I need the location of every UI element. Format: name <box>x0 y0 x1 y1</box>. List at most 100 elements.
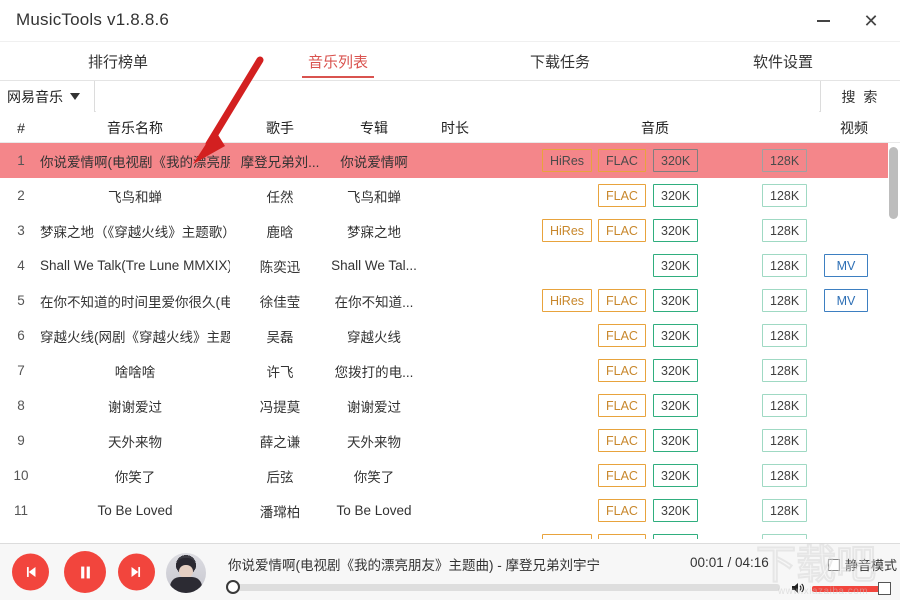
header-name: 音乐名称 <box>40 112 230 143</box>
row-album: 飞鸟和蝉 <box>330 186 418 206</box>
table-row[interactable]: 7啥啥啥许飞您拨打的电...FLAC320K128K <box>0 353 888 388</box>
badge-flac[interactable]: FLAC <box>598 324 646 347</box>
music-source-label: 网易音乐 <box>7 87 63 107</box>
badge-320k[interactable]: 320K <box>653 429 698 452</box>
tab-music-list[interactable]: 音乐列表 <box>278 42 398 80</box>
table-row[interactable]: 11To Be Loved潘瑺柏To Be LovedFLAC320K128K <box>0 493 888 528</box>
badge-hires[interactable]: HiRes <box>542 219 592 242</box>
music-source-dropdown[interactable]: 网易音乐 <box>0 81 95 112</box>
previous-track-button[interactable] <box>12 554 49 591</box>
playback-time: 00:01 / 04:16 <box>690 555 769 570</box>
tab-settings[interactable]: 软件设置 <box>723 42 843 80</box>
table-row[interactable]: 3梦寐之地（《穿越火线》主题歌）鹿晗梦寐之地HiResFLAC320K128K <box>0 213 888 248</box>
badge-mv[interactable]: MV <box>824 254 868 277</box>
row-artist: 薛之谦 <box>232 431 328 451</box>
badge-128k[interactable]: 128K <box>762 254 807 277</box>
badge-128k[interactable]: 128K <box>762 184 807 207</box>
badge-flac[interactable]: FLAC <box>598 394 646 417</box>
badge-flac[interactable]: FLAC <box>598 149 646 172</box>
row-artist: 后弦 <box>232 466 328 486</box>
badge-320k[interactable]: 320K <box>653 394 698 417</box>
header-artist: 歌手 <box>232 112 328 143</box>
row-index: 1 <box>4 153 38 168</box>
badge-hires[interactable]: HiRes <box>542 534 592 539</box>
title-bar: MusicTools v1.8.8.6 ✕ <box>0 0 900 42</box>
row-artist: 鹿晗 <box>232 221 328 241</box>
skip-previous-icon <box>22 564 39 581</box>
playback-progress-slider[interactable] <box>232 584 780 591</box>
badge-hires[interactable]: HiRes <box>542 149 592 172</box>
badge-320k[interactable]: 320K <box>653 499 698 522</box>
row-song-name: 穿越火线(网剧《穿越火线》主题曲) <box>40 326 230 346</box>
badge-flac[interactable]: FLAC <box>598 464 646 487</box>
badge-flac[interactable]: FLAC <box>598 429 646 452</box>
volume-icon[interactable] <box>789 580 807 596</box>
badge-flac[interactable]: FLAC <box>598 184 646 207</box>
badge-flac[interactable]: FLAC <box>598 219 646 242</box>
row-artist: 任然 <box>232 186 328 206</box>
row-index: 8 <box>4 398 38 413</box>
vertical-scrollbar[interactable] <box>889 143 898 539</box>
mute-checkbox[interactable] <box>828 559 840 571</box>
badge-128k[interactable]: 128K <box>762 359 807 382</box>
mute-mode-toggle[interactable]: 静音模式 <box>828 555 897 574</box>
table-row[interactable]: 1你说爱情啊(电视剧《我的漂亮朋...摩登兄弟刘...你说爱情啊HiResFLA… <box>0 143 888 178</box>
row-index: 7 <box>4 363 38 378</box>
progress-knob[interactable] <box>226 580 240 594</box>
badge-hires[interactable]: HiRes <box>542 289 592 312</box>
badge-320k[interactable]: 320K <box>653 464 698 487</box>
volume-slider[interactable] <box>812 586 884 592</box>
row-artist: 潘瑺柏 <box>232 501 328 521</box>
table-row[interactable]: 4Shall We Talk(Tre Lune MMXIX)陈奕迅Shall W… <box>0 248 888 283</box>
badge-128k[interactable]: 128K <box>762 394 807 417</box>
tab-bar: 排行榜单 音乐列表 下载任务 软件设置 <box>0 42 900 80</box>
search-button[interactable]: 搜 索 <box>820 81 900 112</box>
badge-320k[interactable]: 320K <box>653 149 698 172</box>
scrollbar-thumb[interactable] <box>889 147 898 219</box>
now-playing-title: 你说爱情啊(电视剧《我的漂亮朋友》主题曲) - 摩登兄弟刘宇宁 <box>228 554 618 574</box>
row-song-name: 在你不知道的时间里爱你很久(电... <box>40 291 230 311</box>
badge-320k[interactable]: 320K <box>653 184 698 207</box>
badge-128k[interactable]: 128K <box>762 499 807 522</box>
badge-128k[interactable]: 128K <box>762 464 807 487</box>
search-input[interactable] <box>96 81 819 112</box>
badge-128k[interactable]: 128K <box>762 534 807 539</box>
row-album: To Be Loved <box>330 503 418 518</box>
badge-128k[interactable]: 128K <box>762 219 807 242</box>
badge-128k[interactable]: 128K <box>762 149 807 172</box>
badge-flac[interactable]: FLAC <box>598 499 646 522</box>
badge-flac[interactable]: FLAC <box>598 534 646 539</box>
table-row[interactable]: 9天外来物薛之谦天外来物FLAC320K128K <box>0 423 888 458</box>
volume-knob[interactable] <box>878 582 891 595</box>
badge-320k[interactable]: 320K <box>653 219 698 242</box>
row-index: 3 <box>4 223 38 238</box>
play-pause-button[interactable] <box>64 551 106 593</box>
badge-320k[interactable]: 320K <box>653 534 698 539</box>
tab-rankings[interactable]: 排行榜单 <box>58 42 178 80</box>
badge-128k[interactable]: 128K <box>762 289 807 312</box>
minimize-button[interactable] <box>800 0 846 42</box>
badge-320k[interactable]: 320K <box>653 359 698 382</box>
badge-flac[interactable]: FLAC <box>598 289 646 312</box>
table-row[interactable]: 5在你不知道的时间里爱你很久(电...徐佳莹在你不知道...HiResFLAC3… <box>0 283 888 318</box>
tab-download-tasks[interactable]: 下载任务 <box>500 42 620 80</box>
badge-flac[interactable]: FLAC <box>598 359 646 382</box>
table-row[interactable]: 2飞鸟和蝉任然飞鸟和蝉FLAC320K128K <box>0 178 888 213</box>
table-row[interactable]: 12HiResFLAC320K128K <box>0 528 888 539</box>
badge-320k[interactable]: 320K <box>653 254 698 277</box>
header-index: # <box>4 112 38 143</box>
close-button[interactable]: ✕ <box>848 0 894 42</box>
row-song-name: To Be Loved <box>40 503 230 518</box>
next-track-button[interactable] <box>118 554 155 591</box>
badge-320k[interactable]: 320K <box>653 324 698 347</box>
row-index: 2 <box>4 188 38 203</box>
table-row[interactable]: 8谢谢爱过冯提莫谢谢爱过FLAC320K128K <box>0 388 888 423</box>
table-row[interactable]: 6穿越火线(网剧《穿越火线》主题曲)吴磊穿越火线FLAC320K128K <box>0 318 888 353</box>
row-song-name: Shall We Talk(Tre Lune MMXIX) <box>40 258 230 273</box>
table-row[interactable]: 10你笑了后弦你笑了FLAC320K128K <box>0 458 888 493</box>
minimize-icon <box>817 20 830 22</box>
badge-128k[interactable]: 128K <box>762 324 807 347</box>
badge-mv[interactable]: MV <box>824 289 868 312</box>
badge-128k[interactable]: 128K <box>762 429 807 452</box>
badge-320k[interactable]: 320K <box>653 289 698 312</box>
